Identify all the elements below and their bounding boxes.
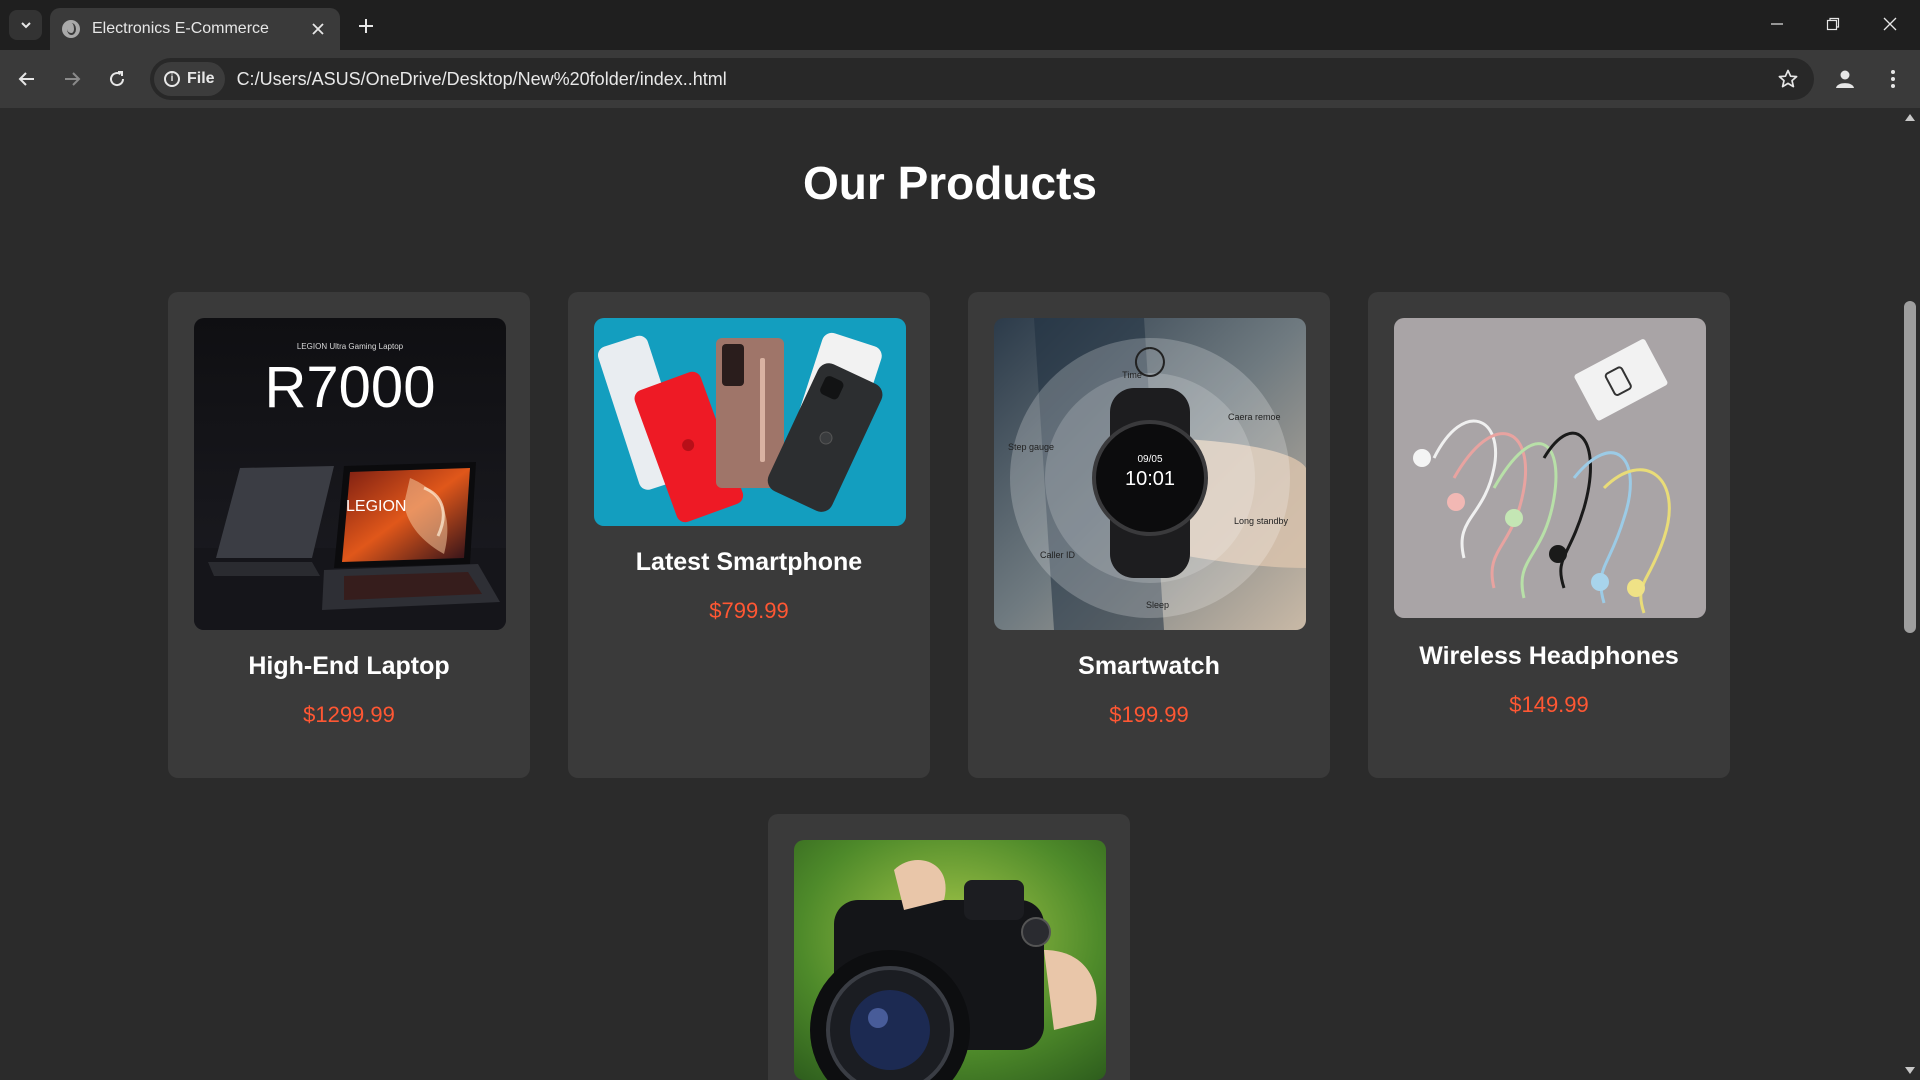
watch-date: 09/05 — [1137, 454, 1163, 465]
vertical-scrollbar[interactable] — [1900, 108, 1920, 1080]
product-card[interactable]: Latest Smartphone $799.99 — [568, 292, 930, 778]
product-name: Wireless Headphones — [1419, 642, 1679, 670]
image-caption-small: LEGION Ultra Gaming Laptop — [296, 342, 404, 351]
reload-icon — [110, 71, 125, 87]
product-card[interactable]: Wireless Headphones $149.99 — [1368, 292, 1730, 778]
tab-search-button[interactable] — [9, 10, 42, 40]
plus-icon — [359, 19, 373, 33]
restore-icon — [1826, 17, 1840, 31]
product-card[interactable]: LEGION Ultra Gaming Laptop R7000 LEGION … — [168, 292, 530, 778]
scrollbar-thumb[interactable] — [1904, 301, 1916, 633]
feature-label-camera: Caera remoe — [1228, 412, 1281, 422]
tab-title: Electronics E-Commerce — [92, 20, 269, 37]
product-price: $149.99 — [1509, 692, 1589, 717]
url-text[interactable]: C:/Users/ASUS/OneDrive/Desktop/New%20fol… — [237, 69, 727, 90]
product-price: $1299.99 — [303, 702, 395, 727]
globe-icon — [62, 20, 80, 38]
product-image-smartphone — [594, 318, 906, 526]
feature-label-standby: Long standby — [1234, 516, 1289, 526]
scroll-up-arrow-icon[interactable] — [1905, 114, 1915, 121]
address-bar[interactable]: i File C:/Users/ASUS/OneDrive/Desktop/Ne… — [150, 58, 1814, 100]
back-button[interactable] — [9, 62, 45, 96]
page-title: Our Products — [803, 157, 1097, 209]
site-info-label: File — [187, 70, 215, 87]
feature-label-step: Step gauge — [1008, 442, 1055, 452]
product-price: $799.99 — [709, 598, 789, 623]
more-vert-icon — [1891, 70, 1895, 88]
browser-toolbar: i File C:/Users/ASUS/OneDrive/Desktop/Ne… — [0, 50, 1920, 108]
chevron-down-icon — [20, 22, 31, 29]
product-name: Smartwatch — [1078, 652, 1220, 680]
arrow-right-icon — [65, 72, 81, 86]
minimize-button[interactable] — [1754, 4, 1800, 44]
scroll-down-arrow-icon[interactable] — [1905, 1067, 1915, 1074]
profile-button[interactable] — [1828, 62, 1862, 96]
new-tab-button[interactable] — [352, 12, 380, 40]
star-icon — [1778, 69, 1798, 88]
watch-clock: 10:01 — [1124, 468, 1176, 490]
active-tab[interactable]: Electronics E-Commerce — [50, 8, 340, 50]
tab-strip: Electronics E-Commerce — [0, 0, 1920, 50]
close-icon — [312, 23, 324, 35]
product-name: High-End Laptop — [248, 652, 450, 680]
feature-label-sleep: Sleep — [1146, 600, 1170, 610]
image-caption-model: R7000 — [264, 355, 436, 420]
forward-button[interactable] — [54, 62, 90, 96]
feature-label-caller: Caller ID — [1040, 550, 1076, 560]
image-caption-brand: LEGION — [346, 498, 407, 515]
page-viewport: Our Products LEGION Ultra Gaming Laptop … — [0, 108, 1900, 1080]
product-name: Latest Smartphone — [635, 548, 863, 576]
product-card[interactable] — [768, 814, 1130, 1080]
product-image-laptop: LEGION Ultra Gaming Laptop R7000 LEGION — [194, 318, 506, 630]
minimize-icon — [1771, 23, 1783, 25]
product-image-headphones — [1394, 318, 1706, 618]
product-image-camera — [794, 840, 1106, 1080]
menu-button[interactable] — [1876, 62, 1910, 96]
bookmark-button[interactable] — [1776, 67, 1800, 91]
product-card[interactable]: Time Caera remoe Step gauge Long standby… — [968, 292, 1330, 778]
product-image-smartwatch: Time Caera remoe Step gauge Long standby… — [994, 318, 1306, 630]
site-info-button[interactable]: i File — [154, 62, 225, 96]
info-icon: i — [164, 71, 180, 87]
restore-button[interactable] — [1810, 4, 1856, 44]
close-icon — [1883, 17, 1897, 31]
product-price: $199.99 — [1109, 702, 1189, 727]
arrow-left-icon — [18, 72, 34, 86]
profile-icon — [1836, 70, 1854, 88]
close-tab-button[interactable] — [308, 19, 328, 39]
close-window-button[interactable] — [1867, 4, 1913, 44]
feature-label-time: Time — [1122, 370, 1142, 380]
reload-button[interactable] — [99, 62, 135, 96]
